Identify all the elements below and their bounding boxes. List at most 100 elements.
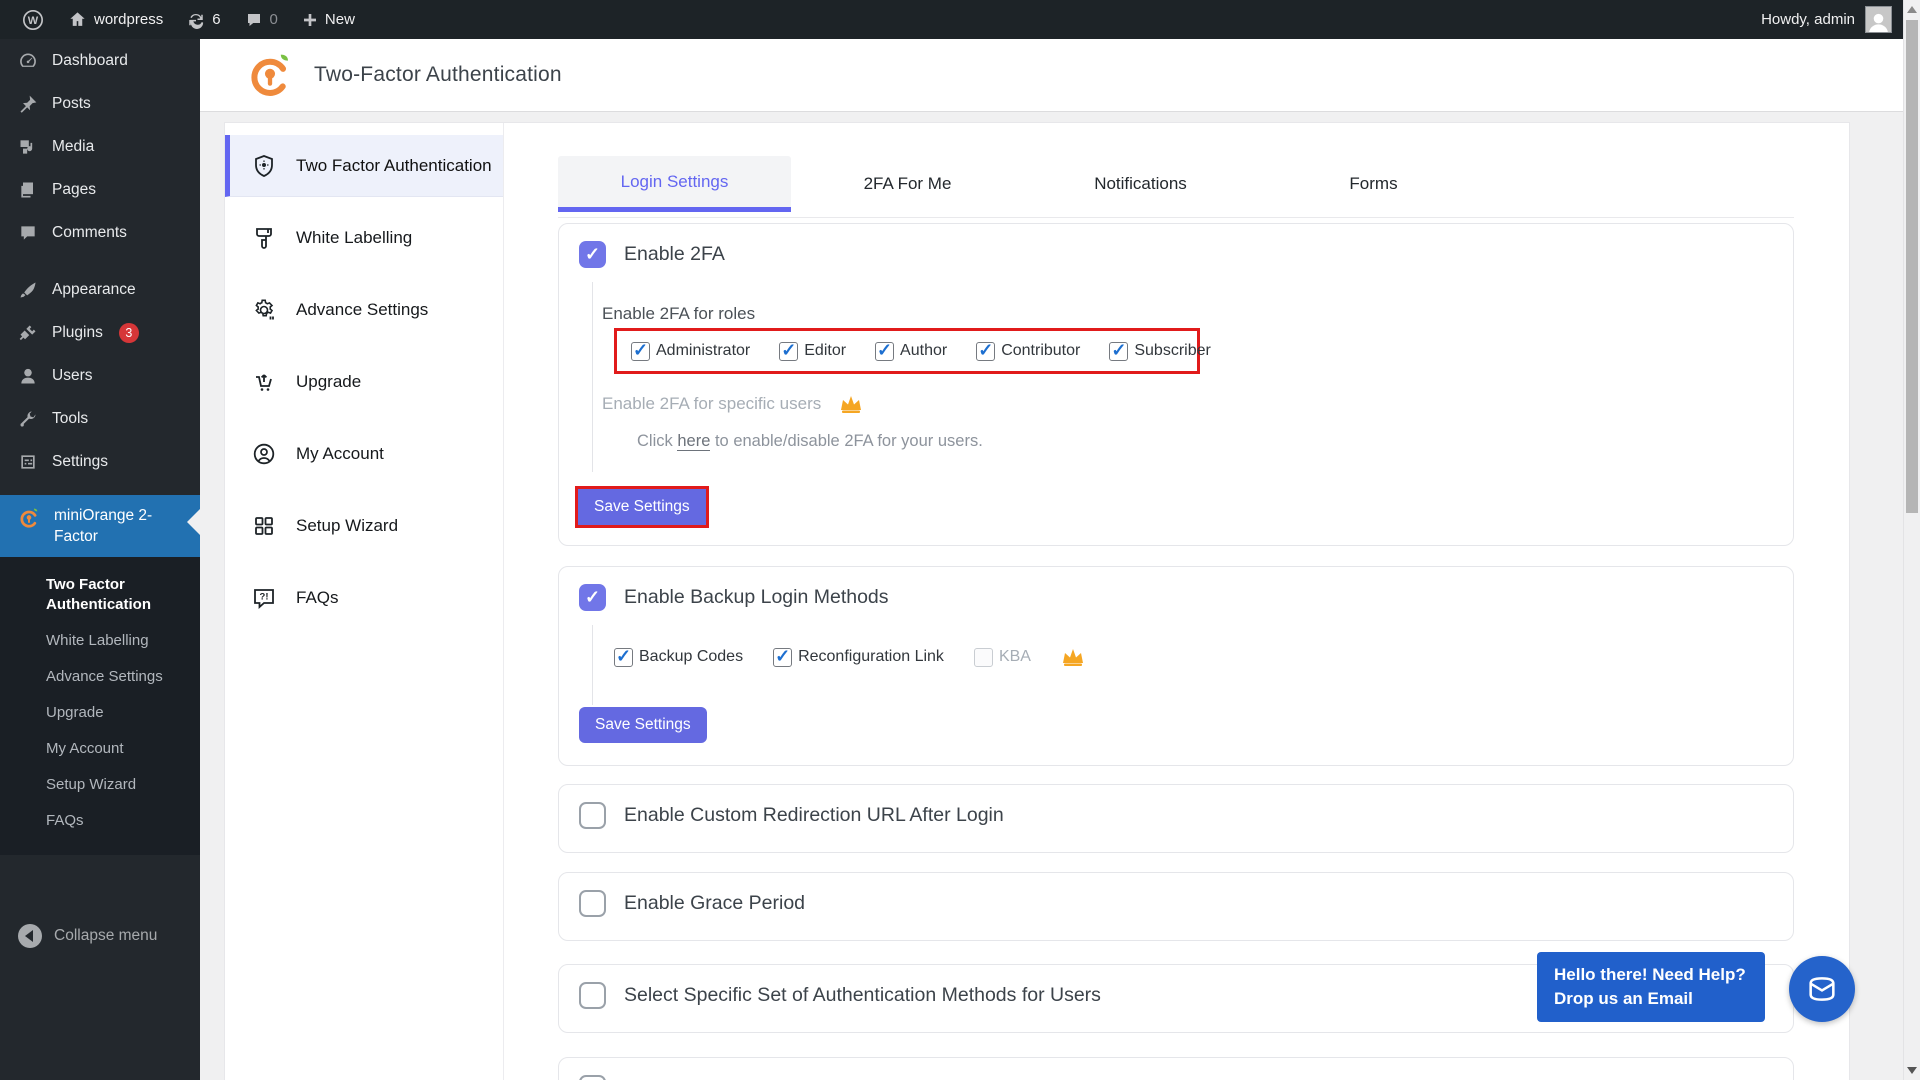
wordpress-logo-icon[interactable]: W: [12, 0, 54, 39]
scrollbar-down-arrow[interactable]: [1907, 1067, 1917, 1074]
enable-2fa-title: Enable 2FA: [624, 243, 725, 265]
backup-methods-card: ✓ Enable Backup Login Methods Backup Cod…: [558, 566, 1794, 766]
help-message-bubble[interactable]: Hello there! Need Help? Drop us an Email: [1537, 952, 1765, 1022]
custom-redirection-title: Enable Custom Redirection URL After Logi…: [624, 804, 1004, 826]
miniorange-submenu: Two Factor Authentication White Labellin…: [0, 557, 200, 855]
page-title: Two-Factor Authentication: [314, 63, 562, 86]
sidebar-item-miniorange-2factor[interactable]: miniOrange 2-Factor: [0, 495, 200, 557]
sidebar-item-comments[interactable]: Comments: [0, 211, 200, 254]
tab-forms[interactable]: Forms: [1257, 156, 1490, 212]
prompt-2fa-config-checkbox[interactable]: [579, 1075, 606, 1080]
nav-item-two-factor-authentication[interactable]: Two Factor Authentication: [225, 135, 503, 197]
collapse-menu-button[interactable]: Collapse menu: [0, 916, 200, 956]
role-contributor[interactable]: Contributor: [976, 340, 1080, 361]
comments-menu[interactable]: 0: [235, 0, 288, 39]
tab-notifications[interactable]: Notifications: [1024, 156, 1257, 212]
enable-backup-checkbox[interactable]: ✓: [579, 584, 606, 611]
specific-auth-methods-checkbox[interactable]: [579, 982, 606, 1009]
nav-item-faqs[interactable]: ?! FAQs: [225, 567, 503, 629]
sidebar-item-label: Comments: [52, 223, 127, 241]
submenu-two-factor-authentication[interactable]: Two Factor Authentication: [0, 567, 151, 623]
tab-2fa-for-me[interactable]: 2FA For Me: [791, 156, 1024, 212]
role-checkbox[interactable]: [875, 340, 895, 361]
method-checkbox[interactable]: [773, 646, 793, 667]
sidebar-item-media[interactable]: Media: [0, 125, 200, 168]
sidebar-item-label: Plugins: [52, 323, 103, 341]
sidebar-item-label: Users: [52, 366, 93, 384]
role-checkbox[interactable]: [779, 340, 799, 361]
nav-item-white-labelling[interactable]: White Labelling: [225, 207, 503, 269]
nav-item-setup-wizard[interactable]: Setup Wizard: [225, 495, 503, 557]
sidebar-item-plugins[interactable]: Plugins 3: [0, 311, 200, 354]
role-label: Author: [900, 342, 948, 359]
sidebar-item-dashboard[interactable]: Dashboard: [0, 39, 200, 82]
scrollbar-up-arrow[interactable]: [1907, 6, 1917, 13]
sidebar-item-posts[interactable]: Posts: [0, 82, 200, 125]
method-label: KBA: [998, 648, 1031, 665]
nav-item-my-account[interactable]: My Account: [225, 423, 503, 485]
media-icon: [20, 139, 33, 154]
enable-2fa-checkbox[interactable]: ✓: [579, 241, 606, 268]
nav-item-label: Upgrade: [296, 372, 362, 391]
method-reconfiguration-link[interactable]: Reconfiguration Link: [773, 646, 944, 667]
email-chat-button[interactable]: [1789, 956, 1855, 1022]
admin-bar: W wordpress 6 0 New Howdy, admin: [0, 0, 1920, 39]
comments-icon: [21, 225, 35, 240]
scrollbar[interactable]: [1903, 0, 1920, 1080]
role-administrator[interactable]: Administrator: [631, 340, 750, 361]
updates-icon: [189, 13, 204, 29]
method-backup-codes[interactable]: Backup Codes: [614, 646, 744, 667]
role-checkbox[interactable]: [976, 340, 996, 361]
sidebar-item-label: Media: [52, 137, 95, 155]
sidebar-item-label: Settings: [52, 452, 109, 470]
submenu-my-account[interactable]: My Account: [0, 731, 200, 767]
sidebar-item-pages[interactable]: Pages: [0, 168, 200, 211]
role-label: Editor: [804, 342, 847, 359]
nav-item-label: FAQs: [296, 588, 339, 607]
method-checkbox[interactable]: [973, 647, 993, 667]
role-author[interactable]: Author: [875, 340, 948, 361]
submenu-upgrade[interactable]: Upgrade: [0, 695, 200, 731]
role-editor[interactable]: Editor: [779, 340, 847, 361]
sidebar-item-label: Pages: [52, 180, 96, 198]
nav-item-advance-settings[interactable]: Advance Settings: [225, 279, 503, 341]
avatar[interactable]: [1865, 6, 1892, 33]
sidebar-item-settings[interactable]: Settings: [0, 440, 200, 483]
howdy-text[interactable]: Howdy, admin: [1761, 11, 1855, 28]
sidebar-item-tools[interactable]: Tools: [0, 397, 200, 440]
cart-upgrade-icon: [256, 374, 272, 391]
specific-users-label: Enable 2FA for specific users: [602, 394, 822, 413]
grace-period-checkbox[interactable]: [579, 890, 606, 917]
save-settings-button[interactable]: Save Settings: [579, 707, 707, 743]
sidebar-item-label: Posts: [52, 94, 91, 112]
tab-login-settings[interactable]: Login Settings: [558, 156, 791, 212]
enable-2fa-card: ✓ Enable 2FA Enable 2FA for roles Admini…: [558, 223, 1794, 546]
sidebar-item-label: miniOrange 2-Factor: [54, 507, 153, 545]
custom-redirection-checkbox[interactable]: [579, 802, 606, 829]
role-checkbox[interactable]: [1109, 340, 1129, 361]
site-menu[interactable]: wordpress: [58, 0, 173, 39]
svg-text:W: W: [28, 15, 39, 27]
submenu-advance-settings[interactable]: Advance Settings: [0, 659, 200, 695]
sidebar-item-appearance[interactable]: Appearance: [0, 268, 200, 311]
here-link[interactable]: here: [677, 432, 711, 451]
nav-item-upgrade[interactable]: Upgrade: [225, 351, 503, 413]
help-line-2: Drop us an Email: [1554, 989, 1693, 1008]
submenu-white-labelling[interactable]: White Labelling: [0, 623, 200, 659]
method-label: Backup Codes: [639, 648, 744, 665]
dashboard-icon: [20, 53, 36, 67]
page: Two-Factor Authentication Two Factor Aut…: [200, 39, 1903, 1080]
method-kba[interactable]: KBA: [973, 647, 1031, 667]
updates-menu[interactable]: 6: [177, 0, 230, 39]
hint-text: to enable/disable 2FA for your users.: [714, 432, 983, 450]
new-content-menu[interactable]: New: [292, 0, 365, 39]
role-subscriber[interactable]: Subscriber: [1109, 340, 1211, 361]
method-checkbox[interactable]: [614, 646, 633, 667]
role-checkbox[interactable]: [631, 340, 650, 361]
submenu-setup-wizard[interactable]: Setup Wizard: [0, 767, 200, 803]
submenu-faqs[interactable]: FAQs: [0, 803, 200, 839]
save-settings-button[interactable]: Save Settings: [578, 489, 706, 525]
scrollbar-thumb[interactable]: [1906, 20, 1918, 513]
sidebar-item-users[interactable]: Users: [0, 354, 200, 397]
grace-period-card: Enable Grace Period: [558, 872, 1794, 941]
